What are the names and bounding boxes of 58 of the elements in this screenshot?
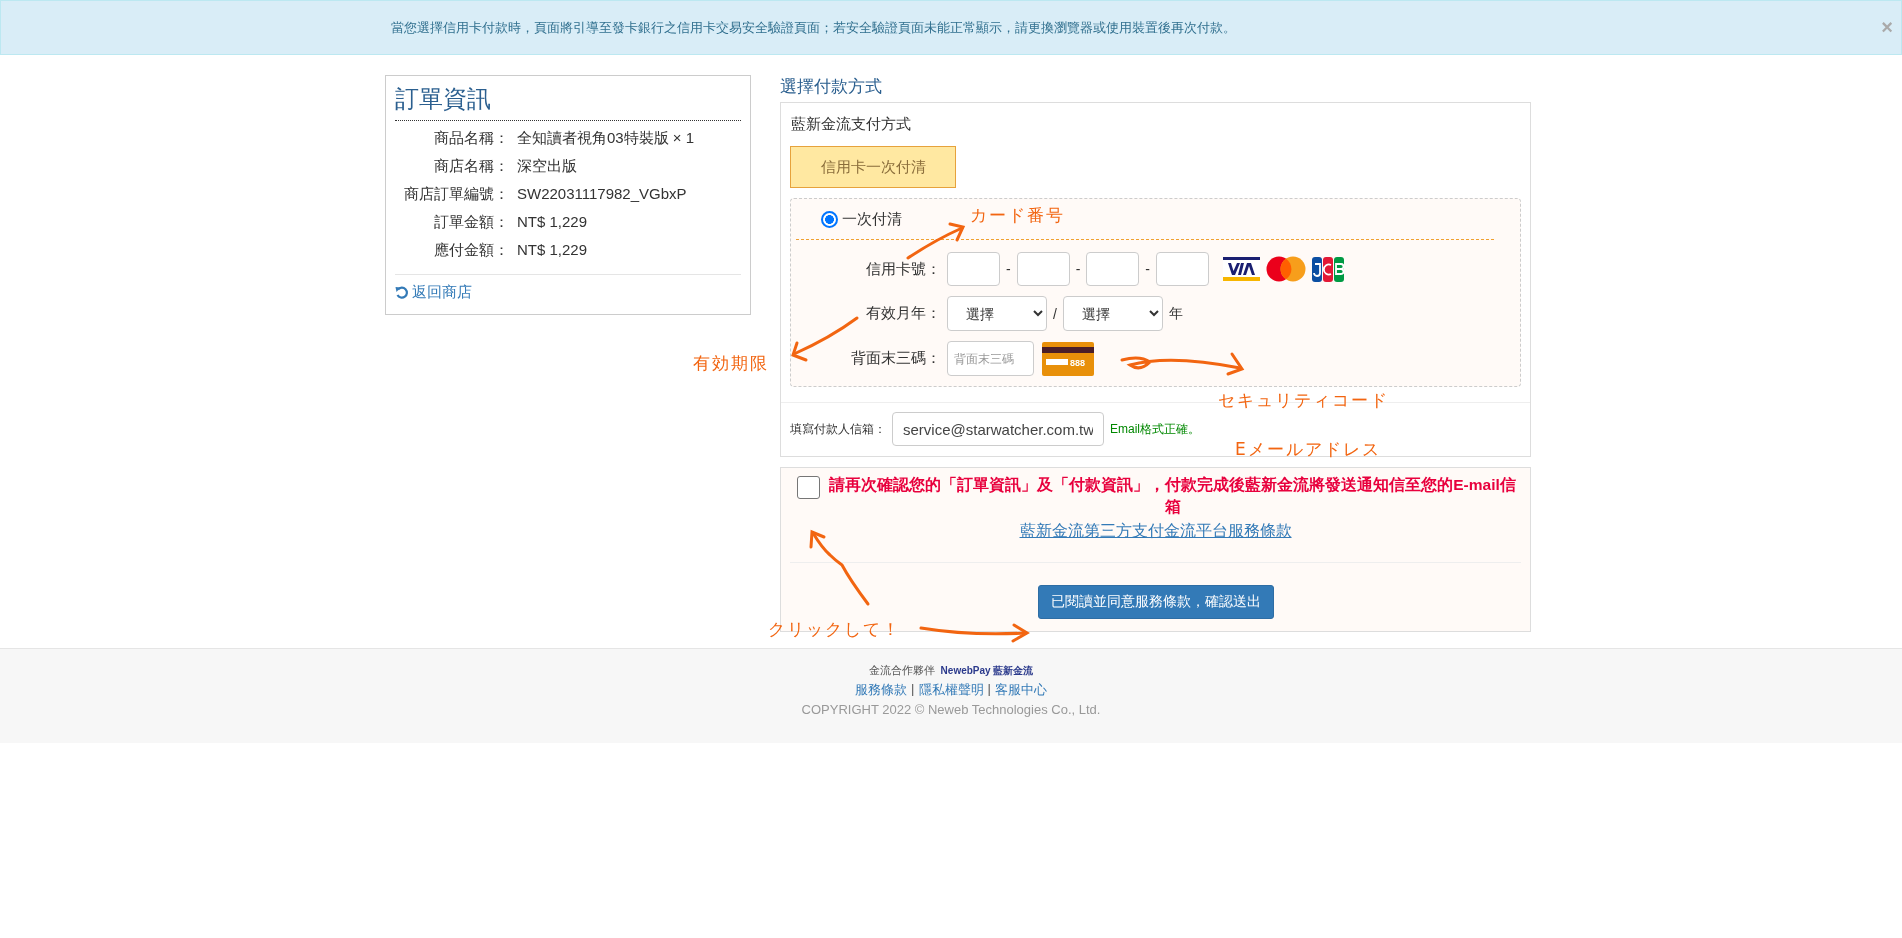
separator-text: / bbox=[1053, 305, 1057, 322]
separator-text: - bbox=[1075, 261, 1081, 277]
terms-link[interactable]: 藍新金流第三方支付金流平台服務條款 bbox=[1019, 522, 1292, 539]
field-value: 全知讀者視角03特裝版 × 1 bbox=[517, 129, 696, 148]
validation-message: Email格式正確。 bbox=[1110, 420, 1200, 438]
footer-link[interactable]: 服務條款 bbox=[855, 681, 908, 699]
unit-label: 年 bbox=[1168, 304, 1183, 323]
card-number-field[interactable] bbox=[1016, 252, 1070, 286]
section-title: 選擇付款方式 bbox=[780, 76, 883, 98]
card-brand-icon bbox=[1312, 256, 1344, 282]
handwritten-note: 有効期限 bbox=[693, 352, 769, 375]
confirm-notice: 請再次確認您的「訂單資訊」及「付款資訊」，付款完成後藍新金流將發送通知信至您的E-mail信箱 bbox=[828, 475, 1517, 517]
handwritten-note: Eメールアドレス bbox=[1235, 438, 1381, 461]
month-select[interactable]: 選擇 bbox=[947, 296, 1047, 331]
field-label: 商店名稱： bbox=[433, 157, 509, 176]
handwritten-note: カード番号 bbox=[970, 204, 1065, 227]
submit-button[interactable]: 已閱讀並同意服務條款，確認送出 bbox=[1037, 585, 1274, 619]
field-label: 有效月年： bbox=[865, 304, 941, 323]
back-link[interactable]: 返回商店 bbox=[395, 283, 472, 302]
separator-text: | bbox=[987, 681, 991, 698]
notice-text: 當您選擇信用卡付款時，頁面將引導至發卡銀行之信用卡交易安全驗證頁面；若安全驗證頁面未能正常顯示，請更換瀏覽器或使用裝置後再次付款。 bbox=[391, 18, 1236, 37]
card-number-field[interactable] bbox=[947, 252, 1000, 286]
field-label: 背面末三碼： bbox=[850, 349, 941, 368]
option-label: 一次付清 bbox=[842, 209, 902, 229]
agree-checkbox[interactable] bbox=[797, 476, 820, 499]
card-back-icon: 888 bbox=[1042, 341, 1094, 376]
security-code-field[interactable]: 背面末三碼 bbox=[947, 341, 1034, 376]
field-label: 商品名稱： bbox=[433, 129, 509, 148]
footer-link[interactable]: 客服中心 bbox=[994, 681, 1047, 699]
handwritten-note: セキュリティコード bbox=[1218, 389, 1389, 412]
card-brand-icon bbox=[1223, 257, 1260, 281]
card-number-field[interactable] bbox=[1156, 252, 1209, 286]
field-value: NT$ 1,229 bbox=[517, 241, 589, 260]
partner-label: 金流合作夥伴 bbox=[868, 663, 935, 678]
field-label: 訂單金額： bbox=[433, 213, 509, 232]
copyright-text: COPYRIGHT 2022 © Neweb Technologies Co., Ltd. bbox=[801, 702, 1101, 717]
field-label: 填寫付款人信箱： bbox=[790, 420, 886, 438]
card-number-field[interactable] bbox=[1086, 252, 1140, 286]
field-label: 應付金額： bbox=[433, 241, 509, 260]
panel-title: 訂單資訊 bbox=[395, 80, 741, 121]
field-label: 信用卡號： bbox=[865, 259, 941, 279]
provider-label: 藍新金流支付方式 bbox=[791, 115, 912, 134]
separator-text: - bbox=[1006, 261, 1011, 277]
separator-text: - bbox=[1145, 261, 1150, 277]
handwritten-note: クリックして！ bbox=[768, 618, 901, 641]
field-value: NT$ 1,229 bbox=[517, 213, 589, 232]
radio-button[interactable] bbox=[821, 210, 838, 228]
field-value: 深空出版 bbox=[517, 157, 578, 176]
separator-text: | bbox=[911, 681, 915, 698]
card-brand-icon bbox=[1266, 256, 1306, 282]
undo-icon bbox=[395, 285, 409, 300]
handwritten-arrow bbox=[906, 222, 966, 260]
field-label: 商店訂單編號： bbox=[403, 185, 509, 204]
year-select[interactable]: 選擇 bbox=[1062, 296, 1163, 331]
field-value: SW22031117982_VGbxP bbox=[517, 185, 688, 204]
partner-logo: NewebPay 藍新金流 bbox=[940, 663, 1034, 678]
payment-tab[interactable]: 信用卡一次付清 bbox=[790, 146, 956, 188]
footer-link[interactable]: 隱私權聲明 bbox=[918, 681, 984, 699]
